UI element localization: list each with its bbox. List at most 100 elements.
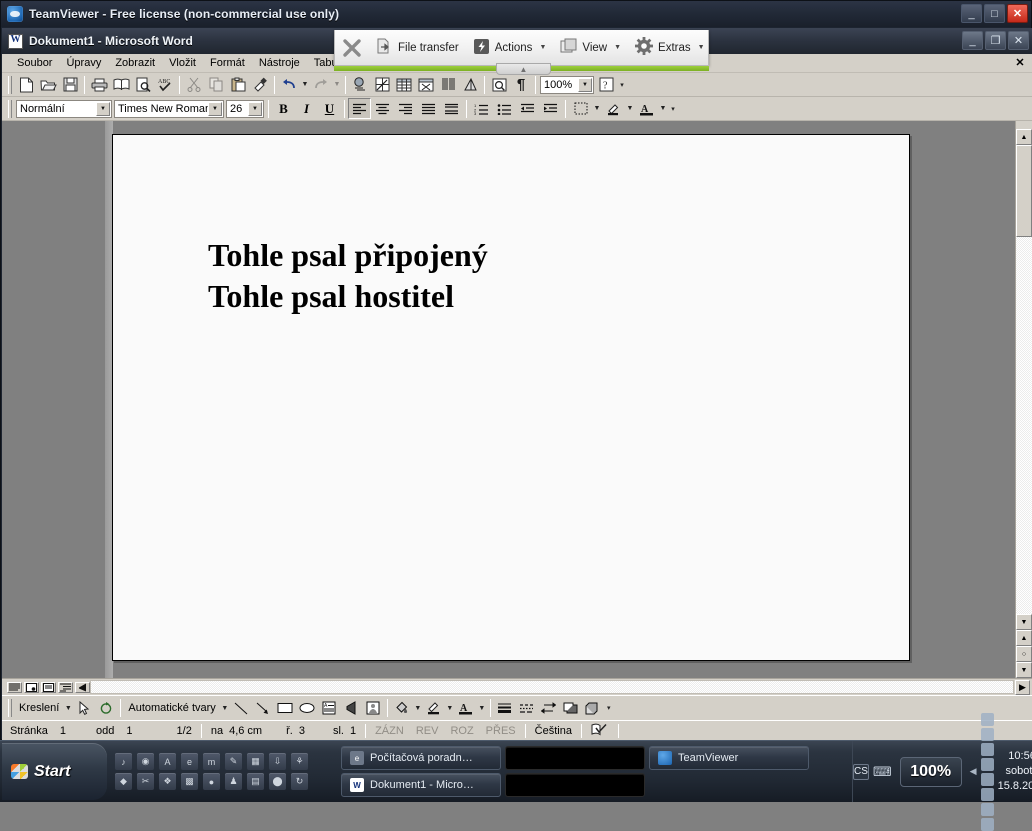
teamviewer-extras-button[interactable]: Extras ▼ (628, 30, 712, 65)
cut-scissors-icon[interactable] (183, 74, 205, 95)
spellcheck-status-icon[interactable] (585, 723, 615, 739)
acrobat-icon[interactable]: A (159, 753, 176, 770)
font-size-dropdown-arrow-icon[interactable]: ▼ (248, 101, 262, 116)
toolbar-grip[interactable] (8, 699, 12, 717)
puzzle-icon[interactable]: ❖ (159, 773, 176, 790)
notes-icon[interactable]: ▤ (247, 773, 264, 790)
chevron-down-icon[interactable]: ▼ (698, 44, 705, 51)
print-icon[interactable] (88, 74, 110, 95)
security-icon[interactable] (980, 757, 994, 771)
autoshapes-menu-arrow-icon[interactable]: ▼ (220, 698, 230, 719)
teamviewer-minimize-button[interactable]: _ (961, 4, 982, 23)
line-style-icon[interactable] (494, 698, 516, 719)
vertical-scroll-thumb[interactable] (1016, 145, 1032, 237)
style-dropdown-arrow-icon[interactable]: ▼ (96, 101, 110, 116)
highlight-pen-icon[interactable] (602, 98, 625, 119)
style-combo[interactable]: Normální ▼ (16, 99, 112, 118)
select-browse-object-button[interactable]: ○ (1016, 646, 1032, 662)
task-button-dokument1[interactable]: W Dokument1 - Micro… (341, 773, 501, 797)
zoom-combo[interactable]: 100% ▼ (540, 75, 594, 94)
scroll-up-button[interactable]: ▲ (1016, 129, 1032, 145)
menu-item-upravy[interactable]: Úpravy (59, 56, 108, 70)
search-document-icon[interactable] (132, 74, 154, 95)
outline-view-icon[interactable] (58, 682, 73, 693)
scissors-icon[interactable]: ✂ (137, 773, 154, 790)
oval-icon[interactable] (296, 698, 318, 719)
document-page[interactable]: Tohle psal připojený Tohle psal hostitel (112, 134, 910, 661)
align-center-icon[interactable] (371, 98, 394, 119)
task-button-blank-2[interactable] (505, 773, 645, 797)
chevron-down-icon[interactable]: ▼ (539, 44, 546, 51)
numbered-list-icon[interactable]: 123 (470, 98, 493, 119)
arrow-style-icon[interactable] (538, 698, 560, 719)
download-icon[interactable]: ⇩ (269, 753, 286, 770)
user-icon[interactable]: ♟ (225, 773, 242, 790)
new-document-icon[interactable] (15, 74, 37, 95)
print-preview-icon[interactable] (110, 74, 132, 95)
teamviewer-titlebar[interactable]: TeamViewer - Free license (non-commercia… (1, 1, 1031, 27)
insert-hyperlink-icon[interactable] (349, 74, 371, 95)
tray-expand-icon[interactable]: ◀ (970, 766, 977, 777)
word-close-button[interactable]: ✕ (1008, 31, 1029, 50)
redo-icon[interactable] (310, 74, 332, 95)
previous-page-button[interactable]: ▲ (1016, 630, 1032, 646)
format-painter-icon[interactable] (249, 74, 271, 95)
menu-item-nastroje[interactable]: Nástroje (252, 56, 307, 70)
line-color-dropdown-arrow-icon[interactable]: ▼ (445, 698, 455, 719)
diamond-icon[interactable]: ◆ (115, 773, 132, 790)
teamviewer-file-transfer-button[interactable]: File transfer (369, 30, 466, 65)
web-layout-view-icon[interactable] (24, 682, 39, 693)
paint-icon[interactable]: ✎ (225, 753, 242, 770)
status-mode-roz[interactable]: ROZ (444, 725, 479, 737)
toolbar-grip[interactable] (8, 75, 12, 94)
teamviewer-close-session-button[interactable] (335, 30, 369, 65)
formatting-toolbar-overflow-icon[interactable]: ▾ (668, 98, 678, 119)
task-button-blank-1[interactable] (505, 746, 645, 770)
text-box-icon[interactable]: A (318, 698, 340, 719)
spellcheck-abc-icon[interactable]: ABC (154, 74, 176, 95)
drawing-menu-arrow-icon[interactable]: ▼ (63, 698, 73, 719)
increase-indent-icon[interactable] (539, 98, 562, 119)
justify-icon[interactable] (417, 98, 440, 119)
redo-dropdown-arrow-icon[interactable]: ▼ (332, 74, 342, 95)
underline-button[interactable]: U (318, 98, 341, 119)
drawing-menu-button[interactable]: Kreslení (15, 702, 63, 714)
document-map-icon[interactable] (488, 74, 510, 95)
toolbar-grip[interactable] (8, 99, 12, 118)
align-left-icon[interactable] (348, 98, 371, 119)
zoom-dropdown-arrow-icon[interactable]: ▼ (578, 77, 592, 92)
font-color-icon[interactable]: A (635, 98, 658, 119)
italic-button[interactable]: I (295, 98, 318, 119)
teamviewer-view-button[interactable]: View ▼ (553, 30, 628, 65)
line-spacing-icon[interactable] (440, 98, 463, 119)
fill-color-dropdown-arrow-icon[interactable]: ▼ (413, 698, 423, 719)
copy-icon[interactable] (205, 74, 227, 95)
borders-dropdown-arrow-icon[interactable]: ▼ (592, 98, 602, 119)
status-mode-zazn[interactable]: ZÁZN (369, 725, 410, 737)
task-button-teamviewer[interactable]: TeamViewer (649, 746, 809, 770)
close-document-button[interactable]: ✕ (1012, 55, 1028, 70)
menu-item-soubor[interactable]: Soubor (10, 56, 59, 70)
undo-icon[interactable] (278, 74, 300, 95)
network-icon[interactable] (980, 712, 994, 726)
keyboard-icon[interactable]: ⌨ (873, 764, 892, 780)
clipart-icon[interactable] (362, 698, 384, 719)
dash-style-icon[interactable] (516, 698, 538, 719)
open-folder-icon[interactable] (37, 74, 59, 95)
headphones-icon[interactable]: ♪ (115, 753, 132, 770)
bluetooth-icon[interactable] (980, 817, 994, 831)
show-formatting-marks-icon[interactable]: ¶ (510, 74, 532, 95)
arrow-icon[interactable] (252, 698, 274, 719)
zoom-level-badge[interactable]: 100% (899, 756, 962, 787)
paste-clipboard-icon[interactable] (227, 74, 249, 95)
font-combo[interactable]: Times New Roman ▼ (114, 99, 224, 118)
drawing-icon[interactable] (459, 74, 481, 95)
internet-explorer-icon[interactable]: e (181, 753, 198, 770)
font-dropdown-arrow-icon[interactable]: ▼ (208, 101, 222, 116)
picture-icon[interactable]: ▦ (247, 753, 264, 770)
start-button[interactable]: Start (2, 743, 107, 800)
menu-item-zobrazit[interactable]: Zobrazit (108, 56, 162, 70)
printer-icon[interactable] (980, 787, 994, 801)
grid-icon[interactable]: ▩ (181, 773, 198, 790)
columns-icon[interactable] (437, 74, 459, 95)
